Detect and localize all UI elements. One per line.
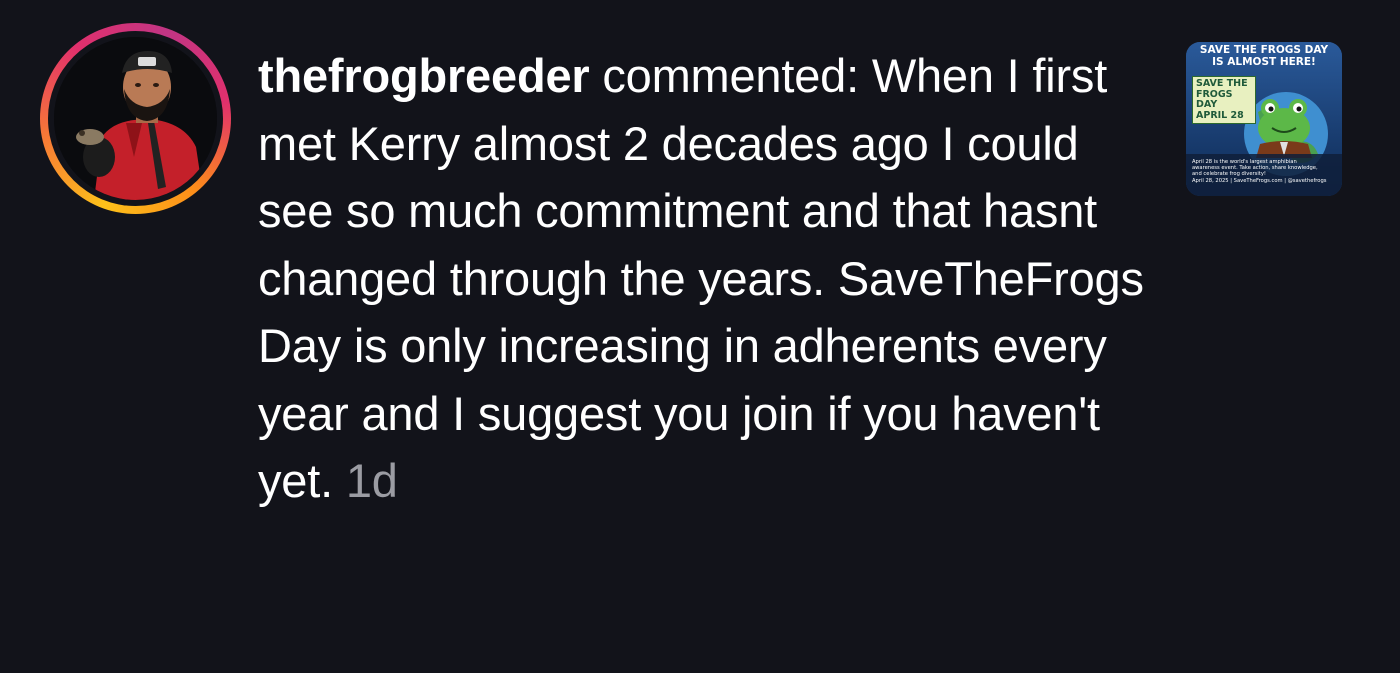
thumbnail-banner-line1: SAVE THE FROGS DAY (1199, 44, 1329, 56)
thumbnail-badge: SAVE THE FROGS DAY APRIL 28 (1192, 76, 1256, 124)
comment-body: thefrogbreeder commented: When I first m… (258, 42, 1158, 515)
comment-action: commented: (602, 49, 859, 102)
thumbnail-badge-line1: SAVE THE (1196, 78, 1248, 89)
thumbnail-banner: SAVE THE FROGS DAY IS ALMOST HERE! (1186, 42, 1342, 68)
timestamp: 1d (345, 454, 398, 507)
thumbnail-caption: April 28 is the world's largest amphibia… (1192, 159, 1338, 184)
avatar-photo (54, 37, 217, 200)
avatar-gap (48, 31, 223, 206)
comment-text: When I first met Kerry almost 2 decades … (258, 49, 1144, 507)
thumbnail-badge-line3: APRIL 28 (1196, 109, 1244, 121)
thumbnail-banner-line2: IS ALMOST HERE! (1212, 55, 1316, 68)
avatar[interactable] (54, 37, 217, 200)
notification-screen: thefrogbreeder commented: When I first m… (0, 0, 1400, 673)
thumbnail-footer: April 28, 2025 | SaveTheFrogs.com | @sav… (1192, 177, 1327, 184)
thumbnail-badge-line2: FROGS DAY (1196, 88, 1233, 110)
username-link[interactable]: thefrogbreeder (258, 49, 590, 102)
story-ring[interactable] (40, 23, 231, 214)
post-thumbnail[interactable]: SAVE THE FROGS DAY IS ALMOST HERE! SAVE … (1186, 42, 1342, 196)
